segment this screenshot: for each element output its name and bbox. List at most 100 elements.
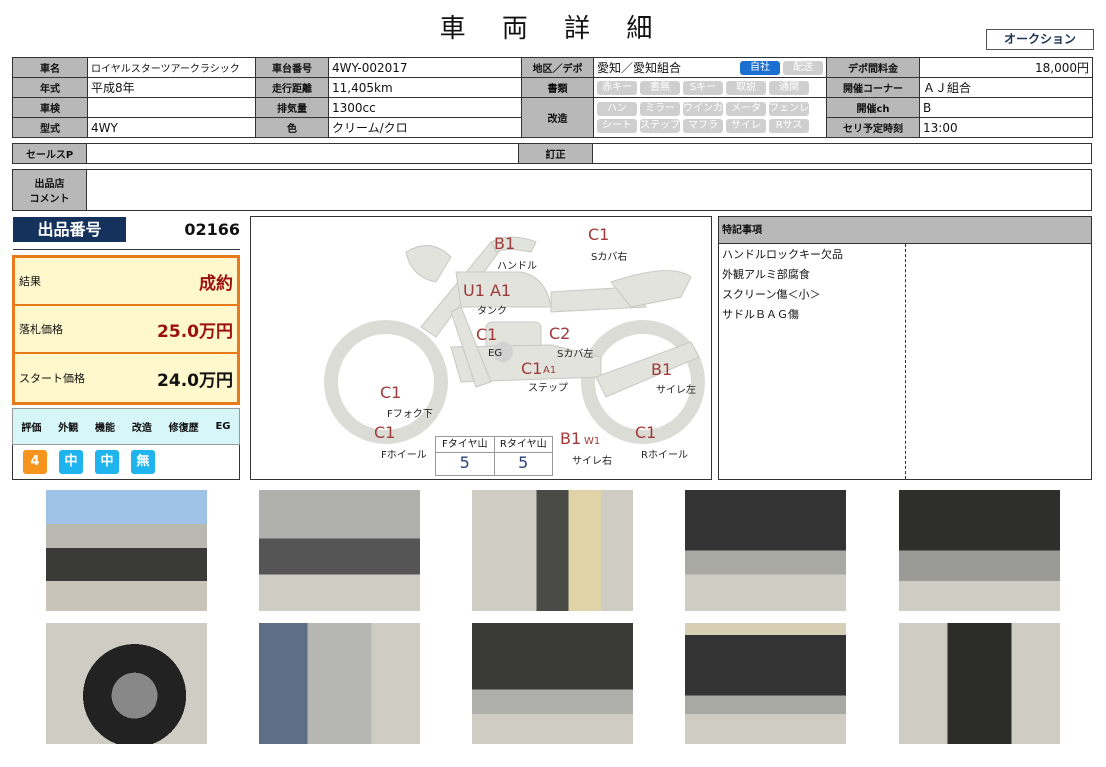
start-price-row: スタート価格 24.0万円 (15, 354, 237, 402)
photo-front-view[interactable] (259, 623, 420, 744)
label-modifications: 改造 (521, 97, 594, 138)
label-comment: 出品店 コメント (13, 170, 87, 210)
result-label: 結果 (19, 275, 41, 288)
chip-no-docs: 書無 (640, 80, 680, 95)
label-handlebar: ハンドル (497, 261, 537, 272)
label-color: 色 (255, 117, 329, 138)
photo-saddlebag-muffler[interactable] (685, 623, 846, 744)
winning-bid-value: 25.0万円 (157, 321, 233, 342)
eval-header-repair-history: 修復歴 (168, 423, 199, 434)
grade-silencer-right-sub: W1 (584, 436, 601, 447)
photo-handlebar-tank[interactable] (472, 490, 633, 611)
label-model-year: 年式 (12, 77, 88, 98)
grade-side-cover-left: C2 (549, 324, 571, 343)
grade-silencer-left: B1 (651, 360, 673, 379)
eval-exterior-badge: 中 (59, 450, 83, 474)
label-rear-wheel: Rホイール (641, 450, 688, 461)
photo-muffler-rear[interactable] (685, 490, 846, 611)
eval-rating-badge: 4 (23, 450, 47, 474)
label-comment-line1: 出品店 (34, 179, 65, 190)
auction-channel: B (919, 97, 1093, 118)
label-correction: 訂正 (519, 144, 593, 163)
label-comment-line2: コメント (29, 194, 70, 205)
eval-function-badge: 中 (95, 450, 119, 474)
note-item: スクリーン傷＜小＞ (722, 288, 821, 301)
inspection (87, 97, 256, 118)
rear-tire-label: Rタイヤ山 (494, 437, 552, 453)
evaluation-values: 4 中 中 無 (12, 445, 240, 480)
grade-handlebar: B1 (494, 234, 516, 253)
label-side-cover-right: Sカバ右 (591, 252, 628, 263)
label-region-depot: 地区／デポ (521, 57, 594, 78)
label-silencer-right: サイレ右 (572, 456, 612, 467)
photo-rear-view[interactable] (899, 623, 1060, 744)
comment-value (87, 170, 1091, 210)
front-tire-label: Fタイヤ山 (436, 437, 494, 453)
special-notes-header: 特記事項 (719, 217, 1091, 244)
photo-left-side[interactable] (46, 490, 207, 611)
photo-right-side[interactable] (259, 490, 420, 611)
model-year: 平成8年 (87, 77, 256, 98)
chip-rear-suspension: Rサス (769, 119, 809, 133)
result-row: 結果 成約 (15, 258, 237, 306)
color: クリーム/クロ (328, 117, 522, 138)
rear-tire: Rタイヤ山 5 (494, 437, 552, 475)
label-frame-number: 車台番号 (255, 57, 329, 78)
start-price-value: 24.0万円 (157, 370, 233, 391)
eval-modification-badge: 無 (131, 450, 155, 474)
auction-corner: ＡＪ組合 (919, 77, 1093, 98)
label-depot-fee: デポ間料金 (826, 57, 920, 78)
chip-fenderless: フェンレス (769, 102, 819, 116)
vehicle-info-table: 車名 ロイヤルスターツアークラシック 車台番号 4WY-002017 地区／デポ… (12, 57, 1093, 138)
label-sales-point: セールスP (13, 144, 87, 163)
correction-value (593, 144, 1091, 163)
photo-engine[interactable] (899, 490, 1060, 611)
damage-diagram: B1 ハンドル C1 Sカバ右 U1 A1 タンク C1 EG C2 Sカバ左 … (250, 216, 712, 480)
label-auction-corner: 開催コーナー (826, 77, 920, 98)
chip-delivery: 配送 (783, 60, 823, 75)
page-title: 車 両 詳 細 (439, 14, 667, 44)
frame-number: 4WY-002017 (328, 57, 522, 78)
chip-step: ステップ (640, 119, 680, 133)
notes-column-left: ハンドルロックキー欠品 外観アルミ部腐食 スクリーン傷＜小＞ サドルＢＡＧ傷 (719, 244, 906, 479)
grade-engine: C1 (476, 325, 498, 344)
start-price-label: スタート価格 (19, 372, 85, 385)
chip-winker: ウインカ (683, 102, 723, 116)
note-item: ハンドルロックキー欠品 (722, 248, 843, 261)
label-silencer-left: サイレ左 (656, 385, 696, 396)
auction-time: 13:00 (919, 117, 1093, 138)
label-engine: EG (488, 348, 503, 359)
label-tank: タンク (477, 306, 507, 317)
result-box: 結果 成約 落札価格 25.0万円 スタート価格 24.0万円 (12, 255, 240, 405)
note-item: サドルＢＡＧ傷 (722, 308, 799, 321)
lot-number-label: 出品番号 (13, 217, 126, 242)
label-front-fork: Fフォク下 (387, 409, 433, 420)
label-displacement: 排気量 (255, 97, 329, 118)
eval-header-function: 機能 (95, 423, 116, 434)
auction-badge[interactable]: オークション (986, 29, 1094, 50)
label-documents: 書類 (521, 77, 594, 98)
photo-front-wheel[interactable] (46, 623, 207, 744)
chip-manual: 取説 (726, 80, 766, 95)
special-notes: 特記事項 ハンドルロックキー欠品 外観アルミ部腐食 スクリーン傷＜小＞ サドルＢ… (718, 216, 1092, 480)
depot-fee: 18,000円 (919, 57, 1093, 78)
winning-bid-row: 落札価格 25.0万円 (15, 306, 237, 354)
eval-header-rating: 評価 (21, 423, 42, 434)
label-model-code: 型式 (12, 117, 88, 138)
rear-tire-value: 5 (518, 453, 529, 472)
label-mileage: 走行距離 (255, 77, 329, 98)
note-item: 外観アルミ部腐食 (722, 268, 810, 281)
grade-rear-wheel: C1 (635, 423, 657, 442)
photo-engine-step[interactable] (472, 623, 633, 744)
lot-number: 02166 (184, 220, 240, 239)
chip-handlebar: ハン (597, 102, 637, 116)
documents-chips: 赤キー 書無 Sキー 取説 通関 (593, 77, 827, 98)
chip-own-company: 自社 (740, 60, 780, 75)
modification-chips: ハン ミラー ウインカ メータ フェンレス シート ステップ マフラ サイレ R… (593, 97, 827, 138)
grade-step-sub: A1 (543, 365, 557, 376)
chip-silencer: サイレ (726, 119, 766, 133)
tire-tread-box: Fタイヤ山 5 Rタイヤ山 5 (435, 436, 553, 476)
label-front-wheel: Fホイール (381, 450, 427, 461)
chip-customs: 通関 (769, 80, 809, 95)
chip-seat: シート (597, 119, 637, 133)
